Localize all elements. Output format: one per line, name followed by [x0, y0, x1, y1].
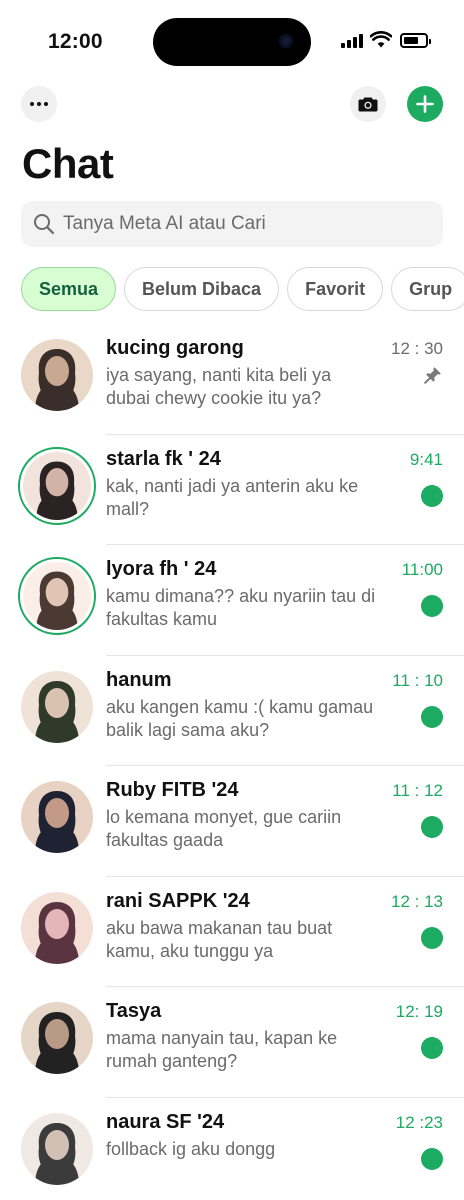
unread-indicator — [421, 484, 443, 507]
avatar-container[interactable] — [21, 670, 93, 743]
chat-time: 9:41 — [409, 449, 443, 469]
chat-name: naura SF '24 — [106, 1110, 225, 1133]
chat-row[interactable]: Ruby FITB '24 lo kemana monyet, gue carii… — [0, 766, 464, 877]
avatar-container[interactable] — [21, 1002, 93, 1074]
chat-row[interactable]: kucing garong iya sayang, nanti kita beli… — [0, 324, 464, 435]
more-options-button[interactable] — [21, 86, 57, 122]
chat-name: hanum — [106, 668, 172, 691]
chat-name: Ruby FITB '24 — [106, 779, 239, 801]
avatar — [21, 891, 93, 964]
camera-button[interactable] — [350, 86, 386, 122]
wifi-icon — [370, 31, 392, 48]
ellipsis-icon — [30, 102, 34, 106]
chat-name: lyora fh ' 24 — [106, 558, 217, 580]
filter-chip-semua[interactable]: Semua — [21, 267, 117, 311]
plus-icon — [416, 95, 434, 113]
chat-last-message: kak, nanti jadi ya anterin aku ke mall? — [106, 475, 359, 519]
chat-list: kucing garong iya sayang, nanti kita beli… — [0, 324, 464, 1200]
avatar-container[interactable] — [21, 891, 93, 964]
chat-last-message: kamu dimana?? aku nyariin tau di fakulta… — [106, 586, 376, 629]
battery-level — [404, 37, 418, 44]
pin-icon — [424, 367, 441, 384]
avatar-container[interactable] — [21, 1112, 93, 1185]
chat-time: 11:00 — [401, 560, 443, 579]
unread-indicator — [421, 595, 443, 617]
avatar — [23, 451, 91, 520]
battery-icon — [400, 33, 431, 48]
chat-name: rani SAPPK '24 — [106, 889, 250, 912]
chat-row[interactable]: rani SAPPK '24 aku bawa makanan tau buat … — [0, 877, 464, 987]
page-title: Chat — [22, 140, 114, 187]
chat-time: 11 : 10 — [392, 670, 443, 690]
filter-chip-belum-dibaca[interactable]: Belum Dibaca — [124, 267, 280, 311]
chat-last-message: mama nanyain tau, kapan ke rumah ganteng… — [106, 1028, 338, 1071]
unread-indicator — [421, 1147, 443, 1170]
unread-indicator — [421, 705, 443, 728]
dynamic-island — [153, 18, 311, 66]
chat-time: 11 : 12 — [392, 781, 443, 800]
chat-time: 12: 19 — [395, 1002, 443, 1021]
chat-row[interactable]: lyora fh ' 24 kamu dimana?? aku nyariin t… — [0, 545, 464, 656]
unread-indicator — [421, 1037, 443, 1059]
chat-row[interactable]: naura SF '24 follback ig aku dongg 12 :23 — [0, 1098, 464, 1200]
chat-last-message: aku kangen kamu :( kamu gamau balik lagi… — [106, 696, 374, 740]
chat-name: kucing garong — [106, 337, 244, 359]
filter-chips: Semua Belum Dibaca Favorit Grup — [21, 267, 464, 311]
chat-name: Tasya — [106, 1000, 162, 1022]
camera-icon — [358, 97, 378, 112]
status-time: 12:00 — [48, 30, 103, 53]
chat-time: 12 : 13 — [391, 891, 443, 911]
avatar — [21, 781, 93, 853]
unread-indicator — [421, 926, 443, 949]
cellular-signal-icon — [341, 34, 365, 48]
front-camera-icon — [279, 34, 293, 48]
chat-row[interactable]: hanum aku kangen kamu :( kamu gamau balik… — [0, 656, 464, 766]
search-icon — [34, 214, 55, 235]
avatar-status-ring[interactable] — [18, 446, 96, 525]
avatar — [23, 562, 91, 630]
chat-time: 12 : 30 — [391, 339, 443, 358]
new-chat-button[interactable] — [407, 86, 443, 122]
chat-last-message: lo kemana monyet, gue cariin fakultas ga… — [106, 807, 342, 850]
chat-time: 12 :23 — [395, 1112, 443, 1132]
chat-row[interactable]: starla fk ' 24 kak, nanti jadi ya anterin… — [0, 435, 464, 545]
avatar — [21, 1002, 93, 1074]
avatar-container[interactable] — [21, 781, 93, 853]
chat-last-message: aku bawa makanan tau buat kamu, aku tung… — [106, 917, 333, 961]
avatar — [21, 1112, 93, 1185]
search-placeholder: Tanya Meta AI atau Cari — [63, 213, 266, 234]
avatar-container[interactable] — [21, 339, 93, 411]
chat-row[interactable]: Tasya mama nanyain tau, kapan ke rumah ga… — [0, 987, 464, 1098]
unread-indicator — [421, 816, 443, 838]
filter-chip-grup[interactable]: Grup — [391, 267, 464, 311]
filter-chip-favorit[interactable]: Favorit — [287, 267, 384, 311]
status-bar: 12:00 — [0, 0, 464, 80]
chat-last-message: follback ig aku dongg — [106, 1138, 276, 1159]
avatar-status-ring[interactable] — [18, 557, 96, 635]
chat-name: starla fk ' 24 — [106, 447, 221, 470]
avatar — [21, 339, 93, 411]
avatar — [21, 670, 93, 743]
search-bar[interactable]: Tanya Meta AI atau Cari — [21, 201, 443, 247]
chat-last-message: iya sayang, nanti kita beli ya dubai che… — [106, 365, 332, 408]
